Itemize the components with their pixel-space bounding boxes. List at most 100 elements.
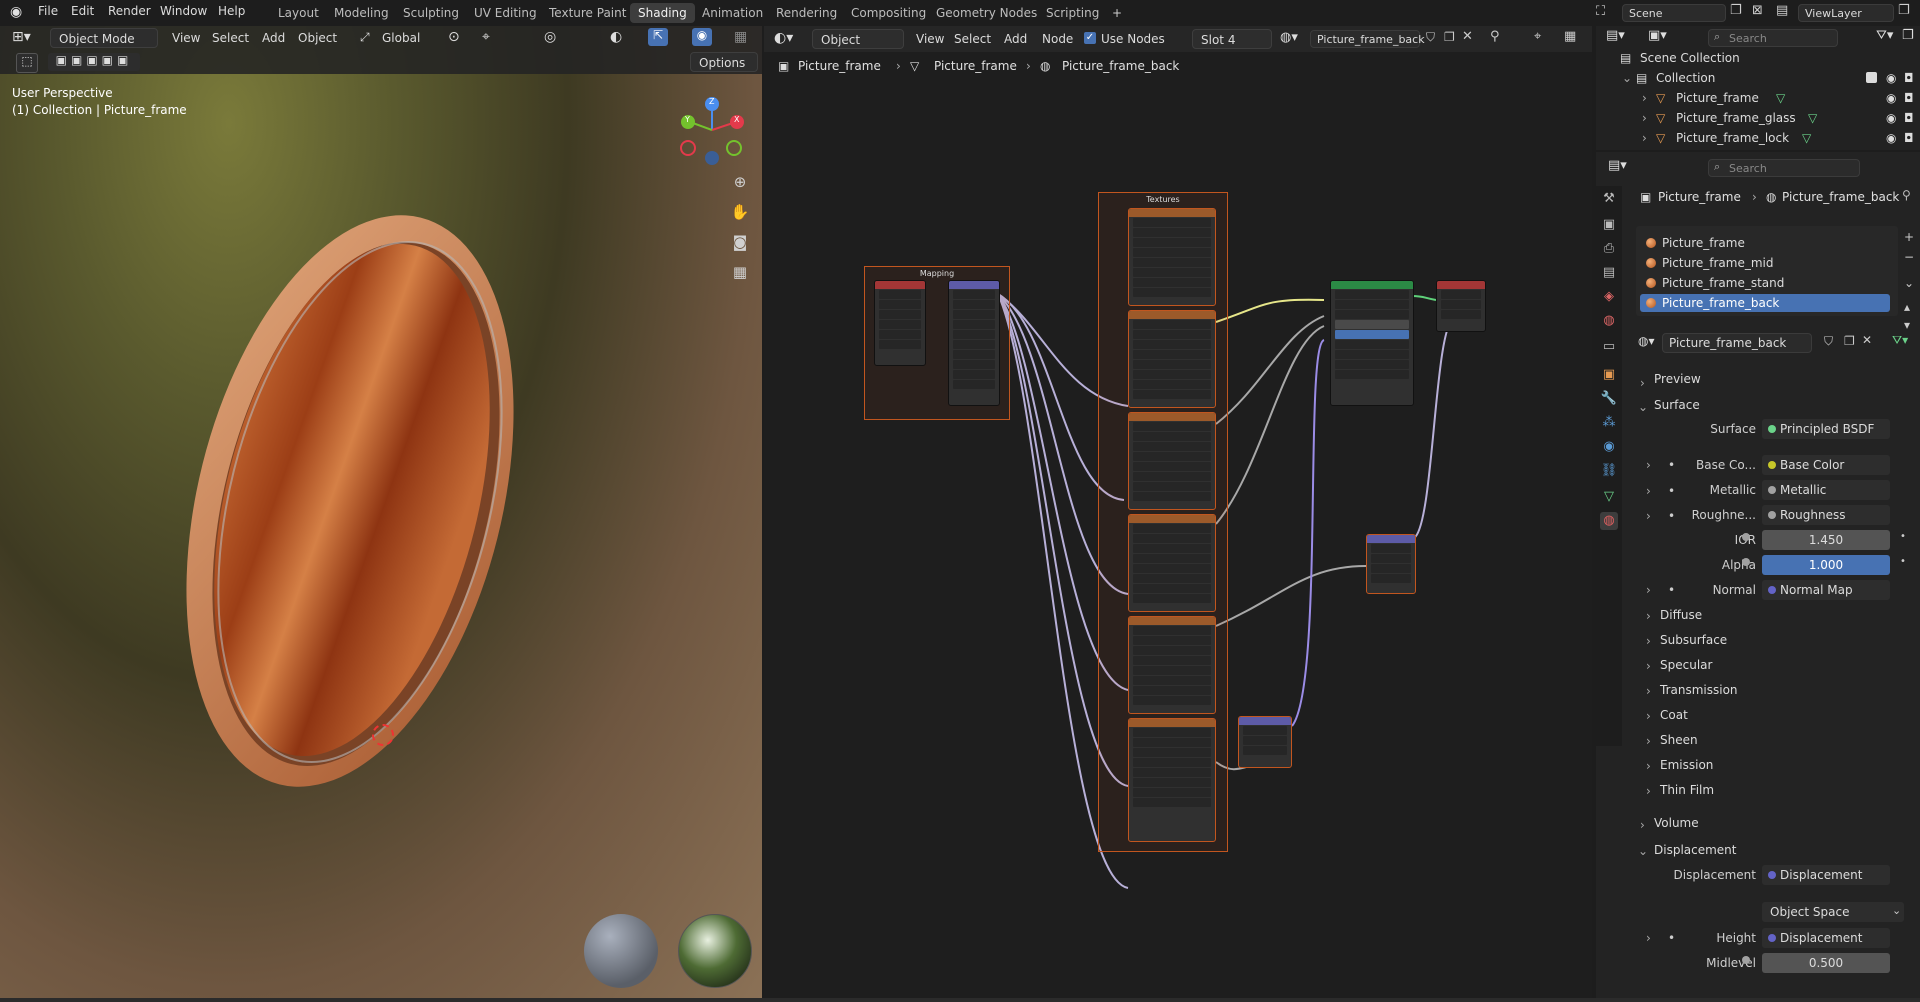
- chevron-right-icon[interactable]: ›: [1646, 609, 1651, 623]
- roughness-input[interactable]: Roughness: [1762, 505, 1890, 525]
- physics-tab-icon[interactable]: ◉: [1600, 438, 1618, 456]
- texture-coordinate-node[interactable]: [874, 280, 926, 366]
- coat-panel[interactable]: Coat: [1660, 704, 1688, 726]
- ortho-toggle-icon[interactable]: ▦: [728, 260, 752, 284]
- chevron-right-icon[interactable]: ›: [1646, 458, 1651, 472]
- camera-icon[interactable]: ◘: [1904, 108, 1914, 128]
- shader-node-editor[interactable]: ◐▾ Object View Select Add Node ✓ Use Nod…: [764, 26, 1592, 998]
- tab-texture-paint[interactable]: Texture Paint: [541, 3, 634, 23]
- properties-search-input[interactable]: Search: [1708, 159, 1860, 177]
- expand-arrow-icon[interactable]: ⌄: [1622, 68, 1632, 88]
- visibility-icon[interactable]: ◐: [610, 29, 622, 45]
- volume-panel[interactable]: Volume: [1654, 812, 1699, 834]
- tab-modeling[interactable]: Modeling: [326, 3, 397, 23]
- normal-input[interactable]: Normal Map: [1762, 580, 1890, 600]
- tab-layout[interactable]: Layout: [270, 3, 327, 23]
- options-dropdown[interactable]: Options: [690, 52, 758, 72]
- proportional-edit-icon[interactable]: ◎: [544, 29, 556, 45]
- filter-icon[interactable]: ⛛▾: [1876, 28, 1893, 43]
- move-down-icon[interactable]: ▾: [1904, 318, 1910, 332]
- fake-user-icon[interactable]: ⛉: [1824, 334, 1833, 349]
- hdri-sphere[interactable]: [678, 914, 752, 988]
- node-tree-icon[interactable]: ⛛▾: [1892, 333, 1908, 348]
- particles-tab-icon[interactable]: ⁂: [1600, 414, 1618, 432]
- data-tab-icon[interactable]: ▽: [1600, 488, 1618, 506]
- alpha-slider[interactable]: 1.000: [1762, 555, 1890, 575]
- image-texture-node-roughness[interactable]: [1128, 514, 1216, 612]
- camera-icon[interactable]: ◘: [1904, 68, 1914, 88]
- chevron-down-icon[interactable]: ⌄: [1638, 844, 1648, 858]
- pivot-icon[interactable]: ⊙: [448, 29, 460, 45]
- tab-shading[interactable]: Shading: [630, 3, 695, 23]
- mapping-node[interactable]: [948, 280, 1000, 406]
- image-texture-node-normal[interactable]: [1128, 718, 1216, 842]
- overlay-toggle-icon[interactable]: ◉: [692, 28, 712, 46]
- outliner-search-input[interactable]: Search: [1708, 29, 1838, 47]
- pan-hand-icon[interactable]: ✋: [728, 200, 752, 224]
- render-tab-icon[interactable]: ▣: [1600, 216, 1618, 234]
- add-slot-icon[interactable]: +: [1904, 230, 1914, 244]
- chevron-right-icon[interactable]: ›: [1646, 759, 1651, 773]
- sheen-panel[interactable]: Sheen: [1660, 729, 1698, 751]
- select-tool-icon[interactable]: ⬚: [16, 53, 38, 73]
- material-slot[interactable]: Picture_frame: [1640, 234, 1890, 252]
- remove-slot-icon[interactable]: −: [1904, 250, 1914, 264]
- view-layer-tab-icon[interactable]: ▤: [1600, 264, 1618, 282]
- material-slot[interactable]: Picture_frame_mid: [1640, 254, 1890, 272]
- height-input[interactable]: Displacement: [1762, 928, 1890, 948]
- navigation-gizmo[interactable]: Z X Y: [676, 92, 756, 172]
- collection-row[interactable]: ⌄ ▤ Collection ◉ ◘: [1596, 68, 1920, 88]
- zoom-icon[interactable]: ⊕: [728, 170, 752, 194]
- eye-icon[interactable]: ◉: [1886, 68, 1896, 88]
- image-texture-node-ao[interactable]: [1128, 208, 1216, 306]
- displacement-panel[interactable]: Displacement: [1654, 839, 1737, 861]
- scene-collection-row[interactable]: ▤ Scene Collection: [1596, 48, 1920, 68]
- snap-icon[interactable]: ⌖: [482, 29, 490, 45]
- display-mode-icon[interactable]: ▣▾: [1648, 28, 1667, 43]
- keyframe-dot-icon[interactable]: •: [1900, 556, 1906, 567]
- surface-panel[interactable]: Surface: [1654, 394, 1700, 416]
- menu-window[interactable]: Window: [160, 4, 207, 18]
- remove-scene-icon[interactable]: ⊠: [1752, 3, 1763, 18]
- menu-view[interactable]: View: [172, 31, 200, 45]
- constraints-tab-icon[interactable]: ⛓: [1600, 462, 1618, 480]
- chevron-right-icon[interactable]: ›: [1646, 709, 1651, 723]
- chevron-right-icon[interactable]: ›: [1642, 128, 1647, 148]
- normal-map-node[interactable]: [1238, 716, 1292, 768]
- menu-render[interactable]: Render: [108, 4, 151, 18]
- add-workspace-button[interactable]: +: [1104, 3, 1130, 23]
- new-view-layer-icon[interactable]: ❐: [1898, 3, 1910, 18]
- eye-icon[interactable]: ◉: [1886, 88, 1896, 108]
- material-output-node[interactable]: [1436, 280, 1486, 332]
- tab-scripting[interactable]: Scripting: [1038, 3, 1107, 23]
- tab-compositing[interactable]: Compositing: [843, 3, 934, 23]
- diffuse-panel[interactable]: Diffuse: [1660, 604, 1702, 626]
- picture-frame-object[interactable]: [180, 196, 520, 816]
- chevron-right-icon[interactable]: ›: [1646, 484, 1651, 498]
- keyframe-dot-icon[interactable]: •: [1900, 531, 1906, 542]
- menu-select[interactable]: Select: [212, 31, 249, 45]
- transmission-panel[interactable]: Transmission: [1660, 679, 1738, 701]
- specular-panel[interactable]: Specular: [1660, 654, 1712, 676]
- chevron-down-icon[interactable]: ⌄: [1638, 400, 1648, 414]
- tool-tab-icon[interactable]: ⚒: [1600, 190, 1618, 208]
- orientation-selector[interactable]: Global: [382, 31, 420, 45]
- modifier-tab-icon[interactable]: 🔧: [1600, 390, 1618, 408]
- menu-help[interactable]: Help: [218, 4, 245, 18]
- duplicate-material-icon[interactable]: ❐: [1844, 334, 1855, 348]
- chevron-right-icon[interactable]: ›: [1640, 376, 1645, 390]
- tab-animation[interactable]: Animation: [694, 3, 771, 23]
- chevron-right-icon[interactable]: ›: [1642, 108, 1647, 128]
- 3d-viewport[interactable]: ⊞▾ Object Mode View Select Add Object ⤢ …: [0, 26, 762, 998]
- camera-icon[interactable]: ◘: [1904, 128, 1914, 148]
- outliner-item-picture-frame-lock[interactable]: › ▽ Picture_frame_lock ▽ ◉ ◘: [1596, 128, 1920, 148]
- menu-object[interactable]: Object: [298, 31, 337, 45]
- surface-shader-field[interactable]: Principled BSDF: [1762, 419, 1890, 439]
- scene-tab-icon[interactable]: ◈: [1600, 288, 1618, 306]
- material-slot[interactable]: Picture_frame_stand: [1640, 274, 1890, 292]
- menu-file[interactable]: File: [38, 4, 58, 18]
- subsurface-panel[interactable]: Subsurface: [1660, 629, 1727, 651]
- material-slot-selected[interactable]: Picture_frame_back: [1640, 294, 1890, 312]
- chevron-right-icon[interactable]: ›: [1640, 818, 1645, 832]
- checkbox-icon[interactable]: [1866, 72, 1877, 83]
